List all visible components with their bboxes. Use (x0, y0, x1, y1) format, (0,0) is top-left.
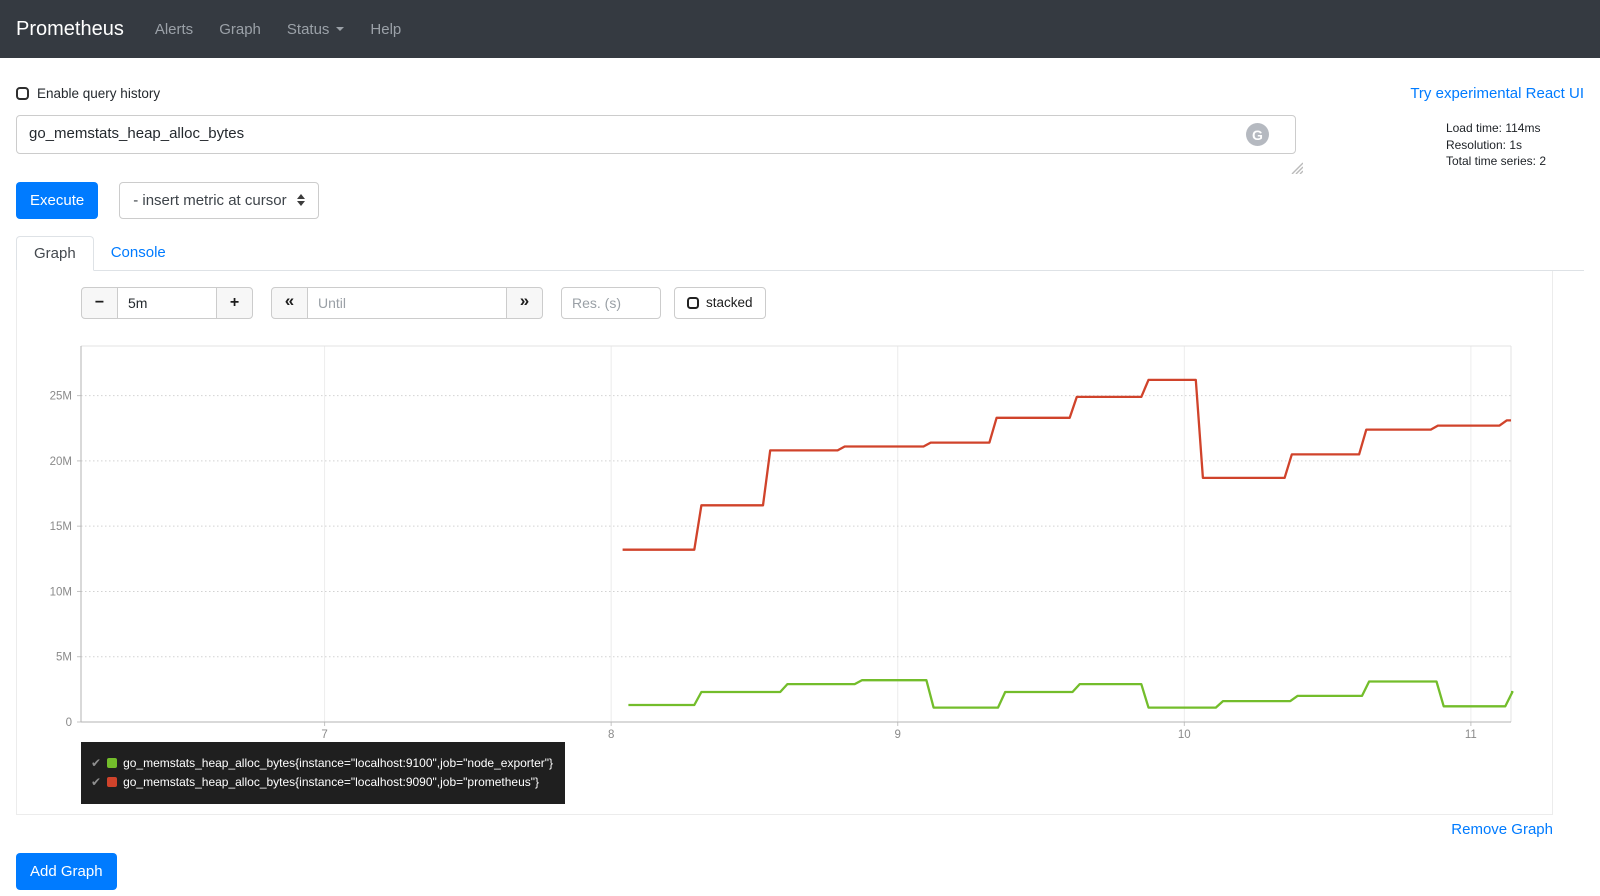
tab-bar: Graph Console (16, 235, 1584, 271)
x-tick-label: 9 (895, 729, 901, 740)
page-content: Enable query history Try experimental Re… (0, 85, 1600, 890)
x-tick-label: 7 (321, 729, 327, 740)
tab-console[interactable]: Console (94, 236, 183, 270)
select-caret-icon (296, 194, 305, 206)
y-tick-label: 5M (56, 651, 72, 663)
history-row: Enable query history Try experimental Re… (16, 85, 1584, 102)
series-line-prometheus (622, 378, 1511, 551)
y-tick-label: 20M (50, 455, 72, 467)
check-icon: ✔ (91, 774, 102, 789)
react-ui-link[interactable]: Try experimental React UI (1410, 85, 1584, 102)
chart-wrap: 7 8 9 10 11 0 5M 10M 15M 20M 25M (45, 340, 1527, 740)
execute-button[interactable]: Execute (16, 181, 99, 219)
series-color-swatch (107, 777, 118, 787)
load-time: Load time: 114ms (1445, 121, 1541, 135)
y-tick-label: 15M (50, 521, 72, 533)
nav-item-graph[interactable]: Graph (206, 21, 274, 38)
enable-query-history-label: Enable query history (37, 86, 161, 101)
prometheus-brand[interactable]: Prometheus (16, 18, 124, 41)
x-tick-label: 8 (608, 729, 614, 740)
insert-metric-select[interactable]: - insert metric at cursor (119, 181, 319, 219)
caret-down-icon (336, 27, 345, 31)
legend-item[interactable]: ✔ go_memstats_heap_alloc_bytes{instance=… (91, 773, 555, 792)
legend-label: go_memstats_heap_alloc_bytes{instance="l… (123, 755, 554, 770)
enable-query-history-checkbox[interactable] (16, 87, 29, 100)
graph-controls: − + « » stacked (81, 286, 1552, 319)
range-decrease-button[interactable]: − (81, 286, 118, 319)
remove-graph-link[interactable]: Remove Graph (1451, 821, 1553, 838)
query-input-wrap: go_memstats_heap_alloc_bytes G (16, 115, 1304, 174)
nav-item-status[interactable]: Status (274, 21, 358, 38)
resolution-input[interactable] (561, 286, 661, 319)
resolution: Resolution: 1s (1445, 137, 1522, 152)
nav-item-alerts[interactable]: Alerts (142, 21, 206, 38)
metrics-chart[interactable]: 7 8 9 10 11 0 5M 10M 15M 20M 25M (45, 340, 1527, 740)
series-line-node-exporter (628, 678, 1514, 709)
time-back-button[interactable]: « (271, 286, 308, 319)
check-icon: ✔ (91, 755, 102, 770)
range-input[interactable] (118, 286, 216, 319)
y-tick-label: 10M (50, 586, 72, 598)
query-expression-input[interactable]: go_memstats_heap_alloc_bytes (16, 115, 1296, 154)
until-input[interactable] (308, 286, 506, 319)
tab-graph[interactable]: Graph (16, 235, 94, 271)
navbar: Prometheus Alerts Graph Status Help (0, 0, 1600, 58)
y-tick-label: 25M (50, 390, 72, 402)
x-tick-label: 11 (1465, 729, 1477, 740)
stacked-toggle[interactable]: stacked (674, 286, 766, 319)
remove-graph-row: Remove Graph (16, 821, 1584, 839)
add-graph-button[interactable]: Add Graph (16, 852, 117, 890)
graph-pane: − + « » stacked 7 8 9 10 11 0 5M 10M 15M 20M 25M ✔ (16, 270, 1553, 815)
x-tick-label: 10 (1178, 729, 1191, 740)
time-forward-button[interactable]: » (506, 286, 543, 319)
legend-label: go_memstats_heap_alloc_bytes{instance="l… (123, 774, 540, 789)
total-time-series: Total time series: 2 (1445, 154, 1546, 168)
range-increase-button[interactable]: + (216, 286, 253, 319)
grammarly-icon[interactable]: G (1246, 123, 1269, 146)
chart-legend: ✔ go_memstats_heap_alloc_bytes{instance=… (81, 741, 565, 804)
add-graph-row: Add Graph (16, 852, 1584, 890)
y-tick-label: 0 (66, 717, 72, 729)
query-stats: Load time: 114ms Resolution: 1s Total ti… (1446, 115, 1546, 170)
series-color-swatch (107, 758, 118, 768)
until-input-group: « » (271, 286, 543, 319)
query-row: go_memstats_heap_alloc_bytes G Load time… (16, 115, 1584, 174)
nav-item-help[interactable]: Help (357, 21, 414, 38)
legend-item[interactable]: ✔ go_memstats_heap_alloc_bytes{instance=… (91, 754, 555, 773)
execute-row: Execute - insert metric at cursor (16, 181, 1584, 219)
range-input-group: − + (81, 286, 253, 319)
enable-query-history: Enable query history (16, 86, 160, 101)
stacked-checkbox-icon (687, 296, 699, 309)
resize-grip-icon[interactable] (1290, 161, 1304, 179)
